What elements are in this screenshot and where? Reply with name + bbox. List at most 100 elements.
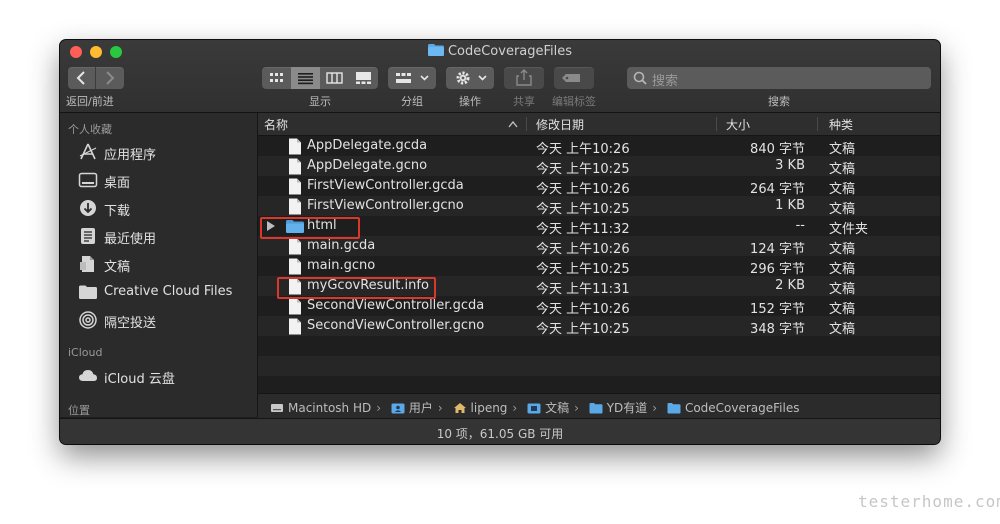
table-row[interactable]: AppDelegate.gcno 今天 上午10:25 3 KB 文稿: [258, 156, 940, 177]
path-item-macintosh-hd[interactable]: Macintosh HD › 用户 › lipeng › 文稿 › YD有道 › Code…: [270, 399, 799, 416]
file-date: 今天 上午10:26: [536, 182, 630, 197]
group-label: 分组: [401, 95, 423, 108]
chevron-right-icon: ›: [512, 401, 518, 415]
search-placeholder: 搜索: [652, 74, 679, 89]
document-icon: [289, 238, 301, 255]
file-date: 今天 上午10:25: [536, 262, 630, 277]
table-row[interactable]: FirstViewController.gcno 今天 上午10:25 1 KB…: [258, 196, 940, 217]
cloud-icon: [79, 370, 97, 381]
file-date: 今天 上午10:26: [536, 242, 630, 257]
gallery-icon: [356, 72, 371, 84]
folder-icon: [427, 44, 444, 56]
document-icon: [289, 318, 301, 335]
file-size: 840 字节: [750, 142, 805, 157]
column-separator: [716, 117, 717, 131]
file-name: AppDelegate.gcno: [307, 158, 428, 173]
chevron-right-icon: ›: [437, 401, 443, 415]
share-icon: [516, 69, 532, 86]
icon-view-button[interactable]: [262, 67, 291, 89]
applications-icon: [79, 143, 97, 160]
documents-icon: [80, 256, 94, 272]
tag-icon: [562, 74, 580, 82]
sidebar-item-label: 应用程序: [104, 148, 157, 163]
back-forward-control: [68, 67, 124, 89]
finder-window: CodeCoverageFiles 返回/前进 显示 分组 操作 共享 编辑标签…: [60, 40, 940, 444]
locations-header: 位置: [68, 404, 90, 417]
edit-tags-button[interactable]: [554, 67, 594, 89]
home-icon: [453, 403, 466, 413]
document-icon: [289, 258, 301, 275]
empty-row: [258, 336, 940, 356]
chevron-right-icon: ›: [652, 401, 658, 415]
file-size: 124 字节: [750, 242, 805, 257]
chevron-right-icon: [106, 71, 115, 85]
favorites-header: 个人收藏: [68, 123, 112, 136]
sidebar-item-label: 隔空投送: [104, 316, 157, 331]
share-button[interactable]: [504, 67, 544, 89]
file-kind: 文稿: [829, 182, 856, 197]
back-button[interactable]: [68, 67, 96, 89]
action-button[interactable]: [446, 67, 494, 89]
file-kind: 文稿: [829, 322, 856, 337]
file-kind: 文稿: [829, 142, 856, 157]
chevron-right-icon: ›: [376, 401, 382, 415]
group-icon: [396, 73, 429, 83]
table-row[interactable]: SecondViewController.gcda 今天 上午10:26 152…: [258, 296, 940, 317]
columns-icon: [326, 72, 343, 84]
file-kind: 文稿: [829, 262, 856, 277]
table-row[interactable]: main.gcno 今天 上午10:25 296 字节 文稿: [258, 256, 940, 277]
file-name: AppDelegate.gcda: [307, 138, 428, 153]
file-size: 264 字节: [750, 182, 805, 197]
group-button[interactable]: [388, 67, 436, 89]
sidebar-item-label: Creative Cloud Files: [104, 284, 233, 299]
list-icon: [298, 73, 313, 85]
table-row[interactable]: SecondViewController.gcno 今天 上午10:25 348…: [258, 316, 940, 337]
table-row[interactable]: FirstViewController.gcda 今天 上午10:26 264 …: [258, 176, 940, 197]
view-switcher: [262, 67, 378, 89]
empty-row: [258, 356, 940, 376]
sidebar-item-label: 最近使用: [104, 232, 157, 247]
file-size: 3 KB: [775, 158, 805, 173]
column-separator: [526, 117, 527, 131]
forward-button[interactable]: [96, 67, 124, 89]
file-kind: 文稿: [829, 162, 856, 177]
column-name[interactable]: 名称: [264, 116, 288, 133]
file-date: 今天 上午10:25: [536, 162, 630, 177]
document-icon: [289, 178, 301, 195]
file-size: 296 字节: [750, 262, 805, 277]
window-title-text: CodeCoverageFiles: [447, 44, 573, 59]
sort-ascending-icon[interactable]: [508, 120, 518, 128]
hard-drive-icon: [271, 404, 283, 412]
file-name: FirstViewController.gcno: [307, 198, 464, 213]
column-size[interactable]: 大小: [726, 116, 750, 133]
file-kind: 文稿: [829, 202, 856, 217]
file-kind: 文稿: [829, 282, 856, 297]
column-date[interactable]: 修改日期: [536, 116, 584, 133]
file-list: 名称 修改日期 大小 种类 AppDelegate.gcda 今天 上午10:2…: [258, 113, 940, 387]
path-item-label: CodeCoverageFiles: [684, 401, 800, 415]
file-kind: 文稿: [829, 302, 856, 317]
file-name: SecondViewController.gcno: [307, 318, 485, 333]
file-size: 348 字节: [750, 322, 805, 337]
list-view-button[interactable]: [291, 67, 320, 89]
sidebar: 个人收藏 应用程序 桌面 下载 最近使用 文稿 Creative Cloud F…: [60, 113, 258, 417]
chevron-left-icon: [76, 71, 85, 85]
column-view-button[interactable]: [320, 67, 349, 89]
file-size: 2 KB: [775, 278, 805, 293]
document-icon: [289, 138, 301, 155]
share-label: 共享: [513, 95, 535, 108]
table-row[interactable]: main.gcda 今天 上午10:26 124 字节 文稿: [258, 236, 940, 257]
file-kind: 文稿: [829, 242, 856, 257]
column-kind[interactable]: 种类: [829, 116, 853, 133]
icloud-header: iCloud: [68, 346, 103, 359]
file-name: main.gcno: [307, 258, 376, 273]
search-field[interactable]: 搜索: [627, 67, 931, 89]
file-date: 今天 上午10:26: [536, 302, 630, 317]
gallery-view-button[interactable]: [349, 67, 378, 89]
search-label: 搜索: [768, 95, 790, 108]
table-row[interactable]: AppDelegate.gcda 今天 上午10:26 840 字节 文稿: [258, 136, 940, 157]
file-kind: 文件夹: [829, 222, 869, 237]
path-bar: Macintosh HD › 用户 › lipeng › 文稿 › YD有道 › Code…: [258, 393, 940, 418]
table-row[interactable]: html 今天 上午11:32 -- 文件夹: [258, 216, 940, 237]
window-title: CodeCoverageFiles: [60, 44, 940, 59]
